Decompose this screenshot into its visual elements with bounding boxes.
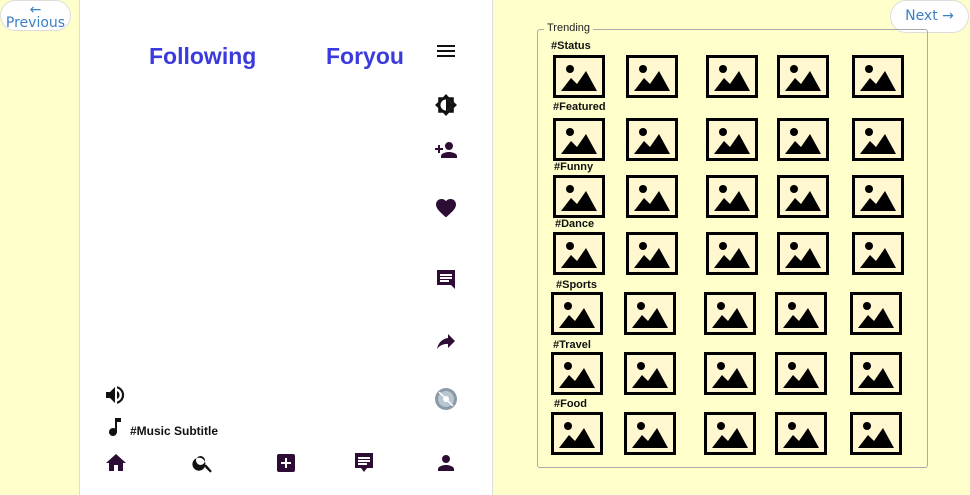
share-icon[interactable]: [433, 329, 459, 355]
category-label: #Status: [551, 40, 591, 52]
image-placeholder-icon: [634, 65, 670, 91]
image-placeholder-icon: [783, 302, 819, 328]
trending-thumbnail[interactable]: [704, 412, 756, 455]
music-subtitle: #Music Subtitle: [130, 424, 219, 438]
image-placeholder-icon: [559, 302, 595, 328]
trending-legend: Trending: [544, 22, 594, 34]
image-placeholder-icon: [712, 422, 748, 448]
trending-thumbnail[interactable]: [850, 352, 902, 395]
trending-thumbnail[interactable]: [553, 232, 605, 275]
category-label: #Dance: [555, 218, 595, 230]
image-placeholder-icon: [634, 185, 670, 211]
image-placeholder-icon: [858, 422, 894, 448]
image-placeholder-icon: [714, 65, 750, 91]
phone-feed-panel: Following Foryou #Music Subtitle: [79, 0, 493, 495]
category-label: #Funny: [554, 161, 594, 173]
image-placeholder-icon: [714, 242, 750, 268]
image-placeholder-icon: [785, 128, 821, 154]
trending-thumbnail[interactable]: [624, 352, 676, 395]
category-label: #Travel: [553, 339, 591, 351]
trending-thumbnail[interactable]: [777, 232, 829, 275]
trending-thumbnail[interactable]: [551, 352, 603, 395]
trending-thumbnail[interactable]: [775, 292, 827, 335]
trending-thumbnail[interactable]: [624, 412, 676, 455]
image-placeholder-icon: [785, 185, 821, 211]
image-placeholder-icon: [559, 422, 595, 448]
image-placeholder-icon: [785, 65, 821, 91]
person-icon[interactable]: [434, 451, 458, 475]
image-placeholder-icon: [561, 128, 597, 154]
trending-thumbnail[interactable]: [775, 412, 827, 455]
trending-thumbnail[interactable]: [850, 292, 902, 335]
trending-thumbnail[interactable]: [624, 292, 676, 335]
volume-icon[interactable]: [102, 382, 128, 408]
image-placeholder-icon: [860, 128, 896, 154]
trending-thumbnail[interactable]: [553, 175, 605, 218]
add-box-icon[interactable]: [274, 451, 298, 475]
trending-thumbnail[interactable]: [553, 118, 605, 161]
search-icon[interactable]: [191, 451, 215, 475]
category-label: #Featured: [553, 101, 606, 113]
disc-icon[interactable]: [433, 386, 459, 412]
tab-following[interactable]: Following: [149, 43, 256, 70]
brightness-icon[interactable]: [433, 92, 459, 118]
trending-thumbnail[interactable]: [852, 118, 904, 161]
trending-thumbnail[interactable]: [551, 292, 603, 335]
image-placeholder-icon: [785, 242, 821, 268]
music-note-icon: [102, 414, 128, 440]
trending-thumbnail[interactable]: [706, 55, 758, 98]
image-placeholder-icon: [632, 302, 668, 328]
comment-icon[interactable]: [433, 267, 459, 293]
image-placeholder-icon: [712, 302, 748, 328]
trending-thumbnail[interactable]: [626, 55, 678, 98]
trending-thumbnail[interactable]: [852, 232, 904, 275]
trending-thumbnail[interactable]: [706, 232, 758, 275]
trending-thumbnail[interactable]: [777, 55, 829, 98]
image-placeholder-icon: [858, 302, 894, 328]
trending-thumbnail[interactable]: [777, 175, 829, 218]
category-label: #Sports: [556, 279, 597, 291]
tab-foryou[interactable]: Foryou: [326, 43, 404, 70]
image-placeholder-icon: [858, 362, 894, 388]
image-placeholder-icon: [783, 422, 819, 448]
image-placeholder-icon: [860, 242, 896, 268]
trending-thumbnail[interactable]: [553, 55, 605, 98]
trending-thumbnail[interactable]: [775, 352, 827, 395]
image-placeholder-icon: [634, 128, 670, 154]
image-placeholder-icon: [860, 65, 896, 91]
trending-thumbnail[interactable]: [704, 352, 756, 395]
category-label: #Food: [554, 398, 587, 410]
trending-thumbnail[interactable]: [626, 118, 678, 161]
image-placeholder-icon: [860, 185, 896, 211]
trending-thumbnail[interactable]: [852, 55, 904, 98]
trending-thumbnail[interactable]: [551, 412, 603, 455]
menu-icon[interactable]: [433, 38, 459, 64]
image-placeholder-icon: [714, 185, 750, 211]
image-placeholder-icon: [783, 362, 819, 388]
person-add-icon[interactable]: [433, 137, 459, 163]
previous-button[interactable]: ← Previous: [0, 0, 71, 31]
trending-thumbnail[interactable]: [626, 175, 678, 218]
trending-thumbnail[interactable]: [850, 412, 902, 455]
trending-thumbnail[interactable]: [704, 292, 756, 335]
image-placeholder-icon: [561, 185, 597, 211]
image-placeholder-icon: [714, 128, 750, 154]
trending-thumbnail[interactable]: [852, 175, 904, 218]
image-placeholder-icon: [634, 242, 670, 268]
image-placeholder-icon: [559, 362, 595, 388]
trending-thumbnail[interactable]: [777, 118, 829, 161]
image-placeholder-icon: [712, 362, 748, 388]
heart-icon[interactable]: [433, 195, 459, 221]
image-placeholder-icon: [632, 422, 668, 448]
image-placeholder-icon: [561, 242, 597, 268]
image-placeholder-icon: [561, 65, 597, 91]
image-placeholder-icon: [632, 362, 668, 388]
home-icon[interactable]: [104, 451, 128, 475]
trending-thumbnail[interactable]: [706, 118, 758, 161]
feed-icon[interactable]: [352, 451, 376, 475]
trending-thumbnail[interactable]: [706, 175, 758, 218]
trending-thumbnail[interactable]: [626, 232, 678, 275]
